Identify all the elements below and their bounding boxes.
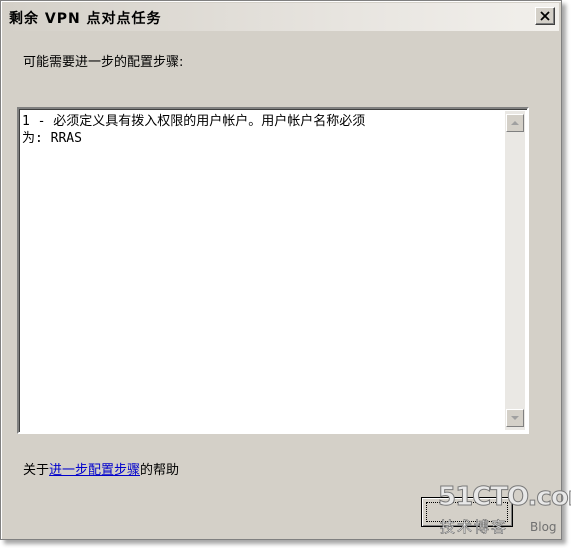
- help-suffix: 的帮助: [140, 463, 180, 478]
- watermark-main: 51CTO.com: [438, 482, 571, 513]
- scroll-up-button[interactable]: [506, 114, 524, 132]
- title-bar[interactable]: 剩余 VPN 点对点任务: [3, 3, 559, 31]
- scroll-down-icon: [511, 416, 519, 420]
- scroll-up-icon: [511, 121, 519, 125]
- watermark-blog: Blog: [530, 520, 557, 534]
- steps-line-1: 1 - 必须定义具有拨入权限的用户帐户。用户帐户名称必须: [22, 114, 366, 129]
- help-link[interactable]: 进一步配置步骤: [49, 463, 140, 478]
- scroll-down-button[interactable]: [506, 409, 524, 427]
- vertical-scrollbar[interactable]: [505, 111, 525, 430]
- close-icon: [540, 11, 550, 21]
- help-line: 关于进一步配置步骤的帮助: [23, 459, 179, 478]
- steps-line-2: 为: RRAS: [22, 131, 82, 146]
- steps-textbox[interactable]: 1 - 必须定义具有拨入权限的用户帐户。用户帐户名称必须 为: RRAS: [17, 107, 529, 434]
- watermark-logo: 51CTO.com 技术博客 Blog: [436, 482, 571, 544]
- help-prefix: 关于: [23, 463, 50, 478]
- close-button[interactable]: [535, 7, 555, 25]
- remaining-tasks-dialog: 剩余 VPN 点对点任务 可能需要进一步的配置步骤: 1 - 必须定义具有拨入权…: [0, 0, 562, 540]
- steps-text: 1 - 必须定义具有拨入权限的用户帐户。用户帐户名称必须 为: RRAS: [22, 113, 504, 147]
- window-title: 剩余 VPN 点对点任务: [9, 11, 162, 27]
- instruction-label: 可能需要进一步的配置步骤:: [23, 55, 184, 70]
- watermark-sub: 技术博客: [440, 518, 509, 537]
